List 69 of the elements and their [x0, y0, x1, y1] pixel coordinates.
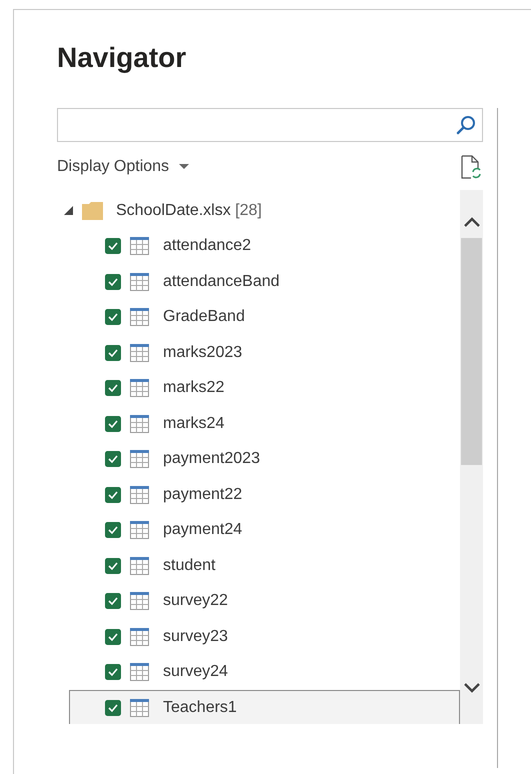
tree-row[interactable]: payment24 [69, 512, 460, 548]
checkbox[interactable] [105, 664, 121, 680]
table-name: payment22 [163, 486, 242, 504]
tree-row[interactable]: GradeBand [69, 300, 460, 335]
checkbox[interactable] [105, 486, 121, 503]
tree-row[interactable]: survey24 [69, 654, 460, 690]
table-icon [130, 344, 149, 362]
scroll-down-icon[interactable] [464, 682, 480, 694]
table-name: payment24 [163, 521, 242, 540]
checkbox[interactable] [105, 309, 121, 326]
table-icon [130, 486, 149, 504]
table-name: student [163, 556, 216, 575]
checkbox[interactable] [105, 700, 121, 716]
folder-icon [82, 202, 103, 220]
scrollbar[interactable] [460, 190, 483, 724]
table-icon [130, 379, 149, 398]
table-icon [130, 592, 149, 610]
table-name: survey23 [163, 628, 228, 646]
table-name: survey22 [163, 592, 228, 610]
tree-item[interactable]: SchoolDate.xlsx [28] [116, 202, 262, 220]
display-options-dropdown[interactable]: Display Options [57, 158, 190, 176]
tree-row[interactable]: Teachers1 [69, 690, 460, 724]
table-icon [130, 308, 149, 326]
checkbox[interactable] [105, 451, 121, 468]
checkbox[interactable] [105, 628, 121, 645]
table-name: marks22 [163, 379, 224, 398]
table-icon [130, 521, 149, 540]
refresh-file-icon[interactable] [461, 155, 481, 179]
table-name: payment2023 [163, 450, 260, 468]
tree-row[interactable]: payment2023 [69, 442, 460, 477]
checkbox[interactable] [105, 380, 121, 396]
checkbox[interactable] [105, 344, 121, 361]
table-name: attendance2 [163, 237, 252, 256]
tree-row[interactable]: marks22 [69, 370, 460, 406]
checkbox[interactable] [105, 558, 121, 574]
tree-row[interactable]: payment22 [69, 477, 460, 512]
table-icon [130, 628, 149, 646]
checkbox[interactable] [105, 593, 121, 610]
expanded-triangle-icon[interactable] [64, 206, 73, 216]
tree-row[interactable]: marks24 [69, 406, 460, 442]
table-name: Teachers1 [163, 698, 237, 717]
scroll-thumb[interactable] [461, 238, 482, 465]
table-icon [130, 414, 149, 433]
search-icon[interactable] [456, 115, 476, 135]
window-title: Navigator [57, 41, 188, 75]
table-icon [130, 698, 149, 717]
table-name: survey24 [163, 663, 228, 682]
tree-row[interactable]: survey22 [69, 584, 460, 619]
table-name: marks2023 [163, 344, 242, 362]
tree-row[interactable]: student [69, 548, 460, 584]
table-name: marks24 [163, 414, 224, 433]
table-icon [130, 237, 149, 256]
table-icon [130, 272, 149, 291]
tree-row[interactable]: attendance2 [69, 228, 460, 264]
table-name: attendanceBand [163, 272, 280, 291]
tree-row[interactable]: survey23 [69, 619, 460, 654]
table-icon [130, 556, 149, 575]
search-field[interactable] [57, 108, 483, 142]
caret-icon [179, 164, 190, 170]
table-icon [130, 450, 149, 468]
checkbox[interactable] [105, 274, 121, 290]
table-name: GradeBand [163, 308, 245, 326]
table-icon [130, 663, 149, 682]
checkbox[interactable] [105, 416, 121, 432]
tree-row[interactable]: attendanceBand [69, 264, 460, 300]
tree-row[interactable]: marks2023 [69, 335, 460, 370]
checkbox[interactable] [105, 522, 121, 538]
scroll-up-icon[interactable] [464, 216, 480, 228]
checkbox[interactable] [105, 238, 121, 254]
